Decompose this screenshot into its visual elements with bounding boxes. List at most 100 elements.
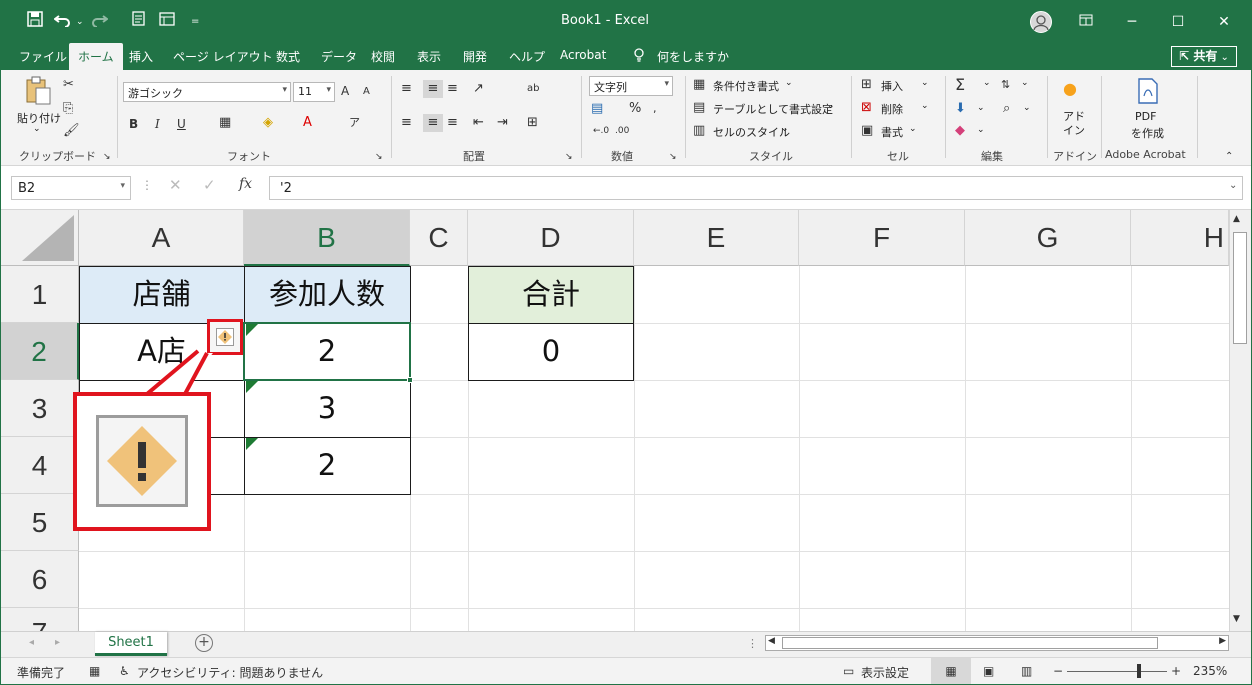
scroll-left-icon[interactable]: ◀ bbox=[768, 636, 775, 646]
collapse-ribbon-icon[interactable]: ⌃ bbox=[1225, 148, 1233, 166]
align-center-icon[interactable]: ≡ bbox=[423, 114, 443, 132]
avatar[interactable] bbox=[1030, 11, 1052, 33]
addins-icon[interactable]: ● bbox=[1063, 80, 1077, 98]
cell-styles-dropdown-icon[interactable]: ⌄ bbox=[781, 124, 789, 134]
tab-help[interactable]: ヘルプ bbox=[509, 48, 545, 65]
shrink-font-button[interactable]: A bbox=[363, 83, 370, 101]
display-settings-button[interactable]: 表示設定 bbox=[861, 664, 909, 681]
tell-me-search[interactable]: 何をしますか bbox=[657, 48, 729, 65]
row-header-4[interactable]: 4 bbox=[1, 437, 79, 494]
cell-styles-button[interactable]: セルのスタイル bbox=[713, 124, 790, 140]
scroll-right-icon[interactable]: ▶ bbox=[1219, 636, 1226, 646]
delete-cells-icon[interactable]: ⊠ bbox=[861, 99, 872, 117]
sheet-scroll-right-icon[interactable]: ▸ bbox=[55, 637, 60, 648]
copy-icon[interactable]: ⎘ bbox=[63, 100, 73, 118]
accounting-format-icon[interactable]: ▤ bbox=[591, 100, 603, 118]
hscroll-thumb[interactable] bbox=[782, 637, 1158, 649]
font-color-icon[interactable]: A bbox=[303, 114, 312, 132]
clear-dropdown-icon[interactable]: ⌄ bbox=[977, 125, 985, 135]
customize-icon[interactable]: = bbox=[191, 10, 199, 34]
phonetic-icon[interactable]: ア bbox=[349, 114, 360, 132]
orientation-icon[interactable]: ↗ bbox=[473, 80, 484, 98]
find-select-dropdown-icon[interactable]: ⌄ bbox=[1023, 103, 1031, 113]
create-pdf-icon[interactable] bbox=[1137, 78, 1159, 110]
tab-developer[interactable]: 開発 bbox=[463, 48, 487, 65]
macro-record-icon[interactable]: ▦ bbox=[89, 664, 100, 678]
align-left-icon[interactable]: ≡ bbox=[401, 114, 412, 132]
column-header-f[interactable]: F bbox=[799, 210, 965, 266]
row-header-7[interactable]: 7 bbox=[1, 608, 79, 631]
conditional-format-button[interactable]: 条件付き書式 bbox=[713, 78, 779, 94]
undo-dropdown-icon[interactable]: ⌄ bbox=[76, 10, 84, 34]
row-header-1[interactable]: 1 bbox=[1, 266, 79, 323]
close-icon[interactable]: ✕ bbox=[1209, 10, 1239, 34]
column-header-a[interactable]: A bbox=[79, 210, 244, 266]
zoom-in-button[interactable]: + bbox=[1171, 664, 1181, 678]
sheet-tab-sheet1[interactable]: Sheet1 bbox=[95, 632, 167, 656]
comma-button[interactable]: , bbox=[653, 100, 657, 118]
accessibility-icon[interactable]: ♿ bbox=[119, 664, 130, 678]
page-layout-view-icon[interactable]: ▣ bbox=[983, 664, 994, 678]
font-size-combo[interactable]: 11 ▾ bbox=[293, 82, 335, 102]
sort-filter-icon[interactable]: ⇅ bbox=[1001, 76, 1010, 94]
zoom-level[interactable]: 235% bbox=[1193, 664, 1227, 678]
format-painter-icon[interactable]: 🖌 bbox=[63, 122, 80, 140]
format-cells-dropdown-icon[interactable]: ⌄ bbox=[909, 124, 917, 134]
column-header-g[interactable]: G bbox=[965, 210, 1131, 266]
alignment-launcher-icon[interactable]: ↘ bbox=[565, 148, 573, 166]
increase-indent-icon[interactable]: ⇥ bbox=[497, 114, 508, 132]
scroll-down-icon[interactable]: ▼ bbox=[1233, 614, 1240, 624]
delete-cells-dropdown-icon[interactable]: ⌄ bbox=[921, 101, 929, 111]
italic-button[interactable]: I bbox=[155, 115, 160, 133]
zoom-out-button[interactable]: − bbox=[1053, 664, 1063, 678]
scroll-thumb[interactable] bbox=[1233, 232, 1247, 344]
cell-b3[interactable]: 3 bbox=[244, 380, 410, 437]
column-header-b[interactable]: B bbox=[244, 210, 410, 266]
cell-a1[interactable]: 店舗 bbox=[79, 266, 244, 323]
row-header-5[interactable]: 5 bbox=[1, 494, 79, 551]
autosum-dropdown-icon[interactable]: ⌄ bbox=[983, 78, 991, 88]
normal-view-icon[interactable]: ▦ bbox=[931, 658, 971, 684]
cancel-entry-icon[interactable]: ✕ bbox=[169, 176, 182, 194]
insert-cells-icon[interactable]: ⊞ bbox=[861, 76, 872, 94]
split-handle-icon[interactable]: ⋮ bbox=[747, 637, 758, 650]
clear-icon[interactable]: ◆ bbox=[955, 122, 965, 140]
wrap-text-icon[interactable]: ab bbox=[527, 80, 539, 98]
find-select-icon[interactable]: ⌕ bbox=[1003, 100, 1010, 118]
print-preview-icon[interactable] bbox=[131, 10, 147, 34]
ribbon-display-icon[interactable] bbox=[1071, 10, 1101, 34]
increase-decimal-icon[interactable]: ←.0 bbox=[593, 122, 609, 140]
fill-handle[interactable] bbox=[407, 377, 413, 383]
align-right-icon[interactable]: ≡ bbox=[447, 114, 458, 132]
row-header-3[interactable]: 3 bbox=[1, 380, 79, 437]
format-as-table-button[interactable]: テーブルとして書式設定 bbox=[713, 101, 833, 117]
row-header-6[interactable]: 6 bbox=[1, 551, 79, 608]
cell-d1[interactable]: 合計 bbox=[468, 266, 634, 323]
expand-formula-icon[interactable]: ⌄ bbox=[1229, 180, 1237, 191]
column-header-e[interactable]: E bbox=[634, 210, 799, 266]
format-cells-button[interactable]: 書式 bbox=[881, 124, 903, 140]
font-name-combo[interactable]: 游ゴシック ▾ bbox=[123, 82, 291, 102]
number-format-combo[interactable]: 文字列 ▾ bbox=[589, 76, 673, 96]
borders-icon[interactable]: ▦ bbox=[219, 114, 231, 132]
scroll-up-icon[interactable]: ▲ bbox=[1233, 214, 1240, 224]
zoom-slider-thumb[interactable] bbox=[1137, 664, 1141, 678]
cell-d2[interactable]: 0 bbox=[468, 323, 634, 380]
name-box[interactable]: B2 ▾ bbox=[11, 176, 131, 200]
paste-icon[interactable] bbox=[23, 76, 53, 106]
cell-b1[interactable]: 参加人数 bbox=[244, 266, 410, 323]
create-pdf-label-1[interactable]: PDF bbox=[1135, 110, 1156, 123]
tab-review[interactable]: 校閲 bbox=[371, 48, 395, 65]
tab-data[interactable]: データ bbox=[321, 48, 357, 65]
formula-input[interactable]: '2 bbox=[269, 176, 1243, 200]
select-all-corner[interactable] bbox=[1, 210, 79, 266]
fill-dropdown-icon[interactable]: ⌄ bbox=[977, 103, 985, 113]
tab-acrobat[interactable]: Acrobat bbox=[560, 48, 606, 62]
number-launcher-icon[interactable]: ↘ bbox=[669, 148, 677, 166]
column-header-d[interactable]: D bbox=[468, 210, 634, 266]
align-top-icon[interactable]: ≡ bbox=[401, 80, 412, 98]
conditional-format-dropdown-icon[interactable]: ⌄ bbox=[785, 78, 793, 88]
insert-function-button[interactable]: fx bbox=[239, 176, 252, 192]
cut-icon[interactable]: ✂ bbox=[63, 76, 74, 94]
cell-b4[interactable]: 2 bbox=[244, 437, 410, 494]
